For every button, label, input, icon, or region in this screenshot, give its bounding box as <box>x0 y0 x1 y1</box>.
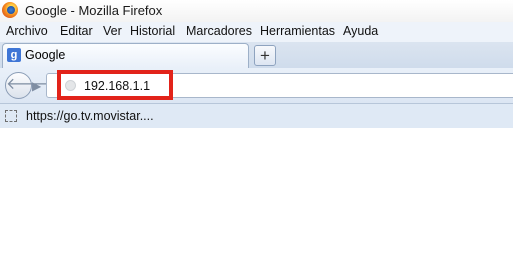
forward-arrow-icon: ▶ <box>32 79 42 93</box>
tab-strip: g Google + <box>0 42 513 68</box>
highlight-box <box>57 70 173 100</box>
menu-herramientas[interactable]: Herramientas <box>260 24 335 38</box>
menu-ver[interactable]: Ver <box>103 24 122 38</box>
tab-label: Google <box>25 48 66 62</box>
new-tab-button[interactable]: + <box>254 45 276 66</box>
menu-historial[interactable]: Historial <box>130 24 175 38</box>
bookmark-page-icon <box>5 110 17 122</box>
back-button[interactable]: 🡐 <box>5 72 49 99</box>
title-bar: Google - Mozilla Firefox <box>0 0 513 22</box>
menu-bar: Archivo Editar Ver Historial Marcadores … <box>0 22 513 42</box>
menu-marcadores[interactable]: Marcadores <box>186 24 252 38</box>
firefox-logo-icon <box>2 2 18 18</box>
menu-editar[interactable]: Editar <box>60 24 93 38</box>
bookmark-item[interactable]: https://go.tv.movistar.... <box>26 109 154 123</box>
window-title: Google - Mozilla Firefox <box>25 3 163 18</box>
bookmarks-toolbar: https://go.tv.movistar.... <box>0 104 513 128</box>
menu-archivo[interactable]: Archivo <box>6 24 48 38</box>
menu-ayuda[interactable]: Ayuda <box>343 24 378 38</box>
google-favicon-icon: g <box>7 48 21 62</box>
tab-google[interactable]: g Google <box>2 43 249 68</box>
